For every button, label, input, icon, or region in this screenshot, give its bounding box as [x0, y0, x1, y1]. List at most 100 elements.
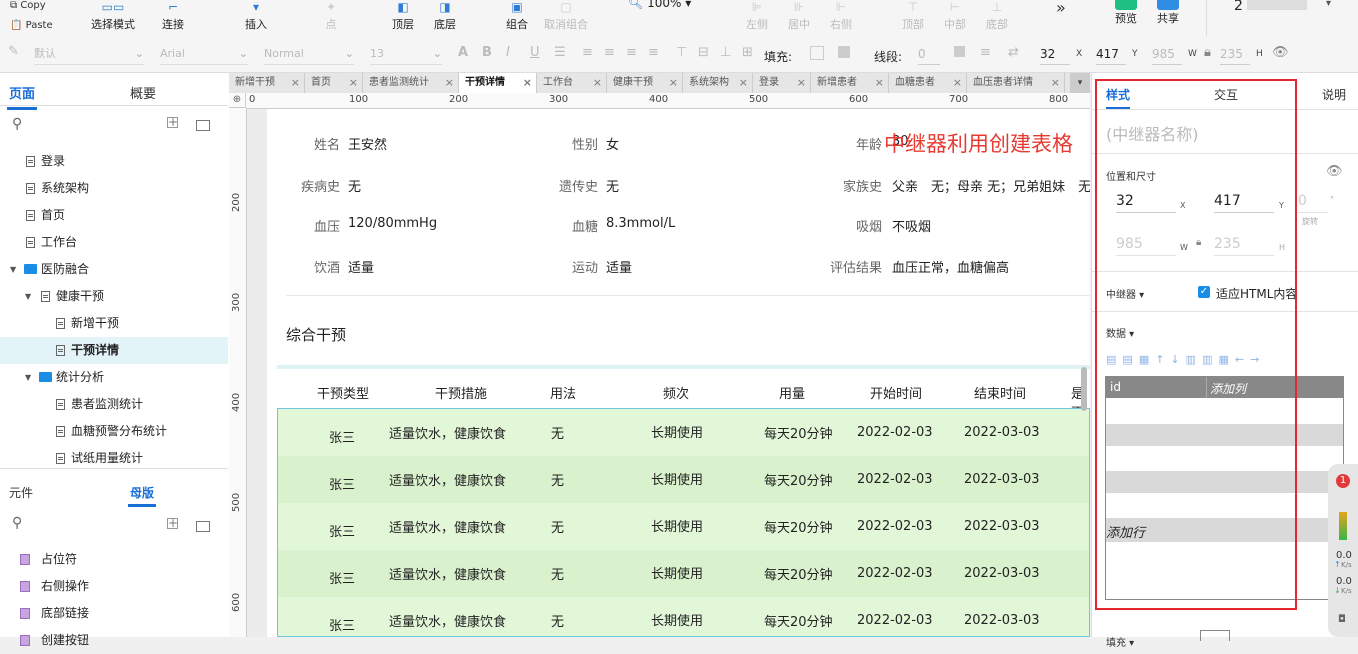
valign-top-icon[interactable]: ⊤: [676, 46, 687, 60]
ungroup-button[interactable]: ▢ 取消组合: [542, 0, 590, 36]
text-options-icon[interactable]: ⊞: [742, 46, 753, 60]
doc-tab[interactable]: 干预详情 ×: [459, 73, 537, 93]
camera-icon[interactable]: ◘: [1338, 614, 1346, 625]
add-master-icon[interactable]: +: [167, 517, 178, 529]
search-icon[interactable]: ⚲: [12, 515, 22, 531]
italic-icon[interactable]: I: [506, 46, 510, 60]
tab-pages[interactable]: 页面: [6, 83, 38, 110]
close-icon[interactable]: ×: [1051, 73, 1060, 93]
table-row[interactable]: 张三 适量饮水，健康饮食 无 长期使用 每天20分钟 2022-02-03 2022-03-…: [278, 597, 1089, 636]
doc-tab[interactable]: 登录 ×: [753, 73, 811, 93]
align-text-right-icon[interactable]: ≡: [626, 46, 637, 60]
font-size-select[interactable]: 13 ⌄: [370, 44, 442, 65]
align-center-button[interactable]: ⊪ 居中: [784, 0, 814, 36]
width-input[interactable]: 985: [1152, 44, 1182, 65]
page-tree-item[interactable]: ▼ 医防融合: [0, 256, 228, 283]
page-tree-item[interactable]: 新增干预: [0, 310, 228, 337]
doc-tab[interactable]: 工作台 ×: [537, 73, 607, 93]
shadow-icon[interactable]: [838, 46, 850, 58]
caret-down-icon[interactable]: ▼: [25, 283, 31, 310]
caret-down-icon[interactable]: ▼: [10, 256, 16, 283]
account-chevron-icon[interactable]: ▾: [1326, 0, 1331, 9]
preview-button[interactable]: 预览: [1110, 0, 1142, 36]
group-button[interactable]: ▣ 组合: [502, 0, 532, 36]
tab-outline[interactable]: 概要: [130, 83, 156, 102]
copy-button[interactable]: ⧉ Copy: [10, 0, 46, 11]
table-row[interactable]: 张三 适量饮水，健康饮食 无 长期使用 每天20分钟 2022-02-03 2022-03-…: [278, 550, 1089, 597]
fill-color-swatch[interactable]: [810, 46, 824, 60]
bullet-list-icon[interactable]: ☰: [554, 46, 566, 60]
doc-tab[interactable]: 健康干预 ×: [607, 73, 683, 93]
close-icon[interactable]: ×: [349, 73, 358, 93]
tab-widgets[interactable]: 元件: [9, 484, 33, 501]
close-icon[interactable]: ×: [523, 73, 532, 93]
style-select[interactable]: 默认 ⌄: [34, 44, 144, 65]
zoom-select[interactable]: 🔍︎ 100% ▾: [628, 0, 691, 10]
align-text-left-icon[interactable]: ≡: [582, 46, 593, 60]
tab-overflow-chevron-icon[interactable]: ▾: [1070, 73, 1090, 93]
align-top-button[interactable]: ⊤ 顶部: [898, 0, 928, 36]
notification-badge[interactable]: 1: [1336, 474, 1350, 488]
valign-middle-icon[interactable]: ⊟: [698, 46, 709, 60]
doc-tab[interactable]: 新增干预 ×: [229, 73, 305, 93]
page-tree-item[interactable]: 血糖预警分布统计: [0, 418, 228, 445]
height-input[interactable]: 235: [1220, 44, 1250, 65]
align-text-center-icon[interactable]: ≡: [604, 46, 615, 60]
user-account[interactable]: 2: [1234, 0, 1307, 14]
point-button[interactable]: ✦ 点: [316, 0, 346, 36]
master-item[interactable]: 创建按钮: [0, 627, 228, 654]
close-icon[interactable]: ×: [445, 73, 454, 93]
send-back-button[interactable]: ◨ 底层: [430, 0, 460, 36]
close-icon[interactable]: ×: [875, 73, 884, 93]
arrow-style-icon[interactable]: ⇄: [1008, 46, 1019, 60]
paste-button[interactable]: 📋 Paste: [10, 20, 53, 31]
doc-tab[interactable]: 首页 ×: [305, 73, 363, 93]
add-folder-icon[interactable]: [196, 120, 210, 131]
align-text-justify-icon[interactable]: ≡: [648, 46, 659, 60]
master-item[interactable]: 底部链接: [0, 600, 228, 627]
line-color-swatch[interactable]: [954, 46, 965, 57]
page-tree-item[interactable]: 工作台: [0, 229, 228, 256]
tab-notes[interactable]: 说明: [1322, 86, 1346, 103]
repeater-table[interactable]: 张三 适量饮水，健康饮食无长期使用 每天20分钟 2022-02-03 2022-03-…: [277, 408, 1090, 637]
visibility-eye-icon[interactable]: 👁︎: [1326, 164, 1343, 179]
valign-bottom-icon[interactable]: ⊥: [720, 46, 731, 60]
align-left-button[interactable]: ⊫ 左侧: [742, 0, 772, 36]
close-icon[interactable]: ×: [593, 73, 602, 93]
page-tree-item[interactable]: ▼ 统计分析: [0, 364, 228, 391]
page-tree-item[interactable]: 系统架构: [0, 175, 228, 202]
share-button[interactable]: 共享: [1152, 0, 1184, 36]
fill-swatch[interactable]: [1200, 630, 1230, 641]
more-chevron-icon[interactable]: »: [1056, 0, 1066, 17]
design-canvas[interactable]: 姓名 王安然 性别女年龄 30 疾病史无遗传史无家族史 父亲 无；母亲 无；兄弟姐妹 无血…: [247, 109, 1090, 637]
master-item[interactable]: 右侧操作: [0, 573, 228, 600]
page-tree-item[interactable]: 首页: [0, 202, 228, 229]
visibility-eye-icon[interactable]: 👁︎: [1272, 46, 1289, 60]
table-row[interactable]: 张三 适量饮水，健康饮食 无 长期使用 每天20分钟 2022-02-03 2022-03-…: [278, 456, 1089, 503]
close-icon[interactable]: ×: [953, 73, 962, 93]
add-folder-icon[interactable]: [196, 521, 210, 532]
table-row[interactable]: 张三 适量饮水，健康饮食 无 长期使用 每天20分钟 2022-02-03 2022-03-…: [278, 409, 1089, 456]
bold-icon[interactable]: B: [482, 46, 492, 60]
fill-section-label[interactable]: 填充 ▾: [1106, 634, 1134, 649]
align-right-button[interactable]: ⊩ 右侧: [826, 0, 856, 36]
font-select[interactable]: Arial ⌄: [160, 44, 248, 65]
align-middle-button[interactable]: ⊢ 中部: [940, 0, 970, 36]
font-weight-select[interactable]: Normal ⌄: [264, 44, 354, 65]
bring-front-button[interactable]: ◧ 顶层: [388, 0, 418, 36]
line-width-input[interactable]: 0: [918, 44, 940, 65]
doc-tab[interactable]: 血压患者详情 ×: [967, 73, 1065, 93]
search-icon[interactable]: ⚲: [12, 116, 22, 132]
page-tree-item[interactable]: 干预详情: [0, 337, 228, 364]
doc-tab[interactable]: 患者监测统计 ×: [363, 73, 459, 93]
page-tree-item[interactable]: ▼ 健康干预: [0, 283, 228, 310]
caret-down-icon[interactable]: ▼: [25, 364, 31, 391]
line-style-icon[interactable]: ≡: [980, 46, 991, 60]
underline-icon[interactable]: U: [530, 46, 540, 60]
page-tree-item[interactable]: 患者监测统计: [0, 391, 228, 418]
text-color-icon[interactable]: A: [458, 46, 468, 60]
lock-ratio-icon[interactable]: 🔒︎: [1204, 46, 1211, 60]
tab-masters[interactable]: 母版: [130, 484, 154, 501]
y-input[interactable]: 417: [1096, 44, 1126, 65]
connect-button[interactable]: ⌐ 连接: [155, 0, 191, 36]
